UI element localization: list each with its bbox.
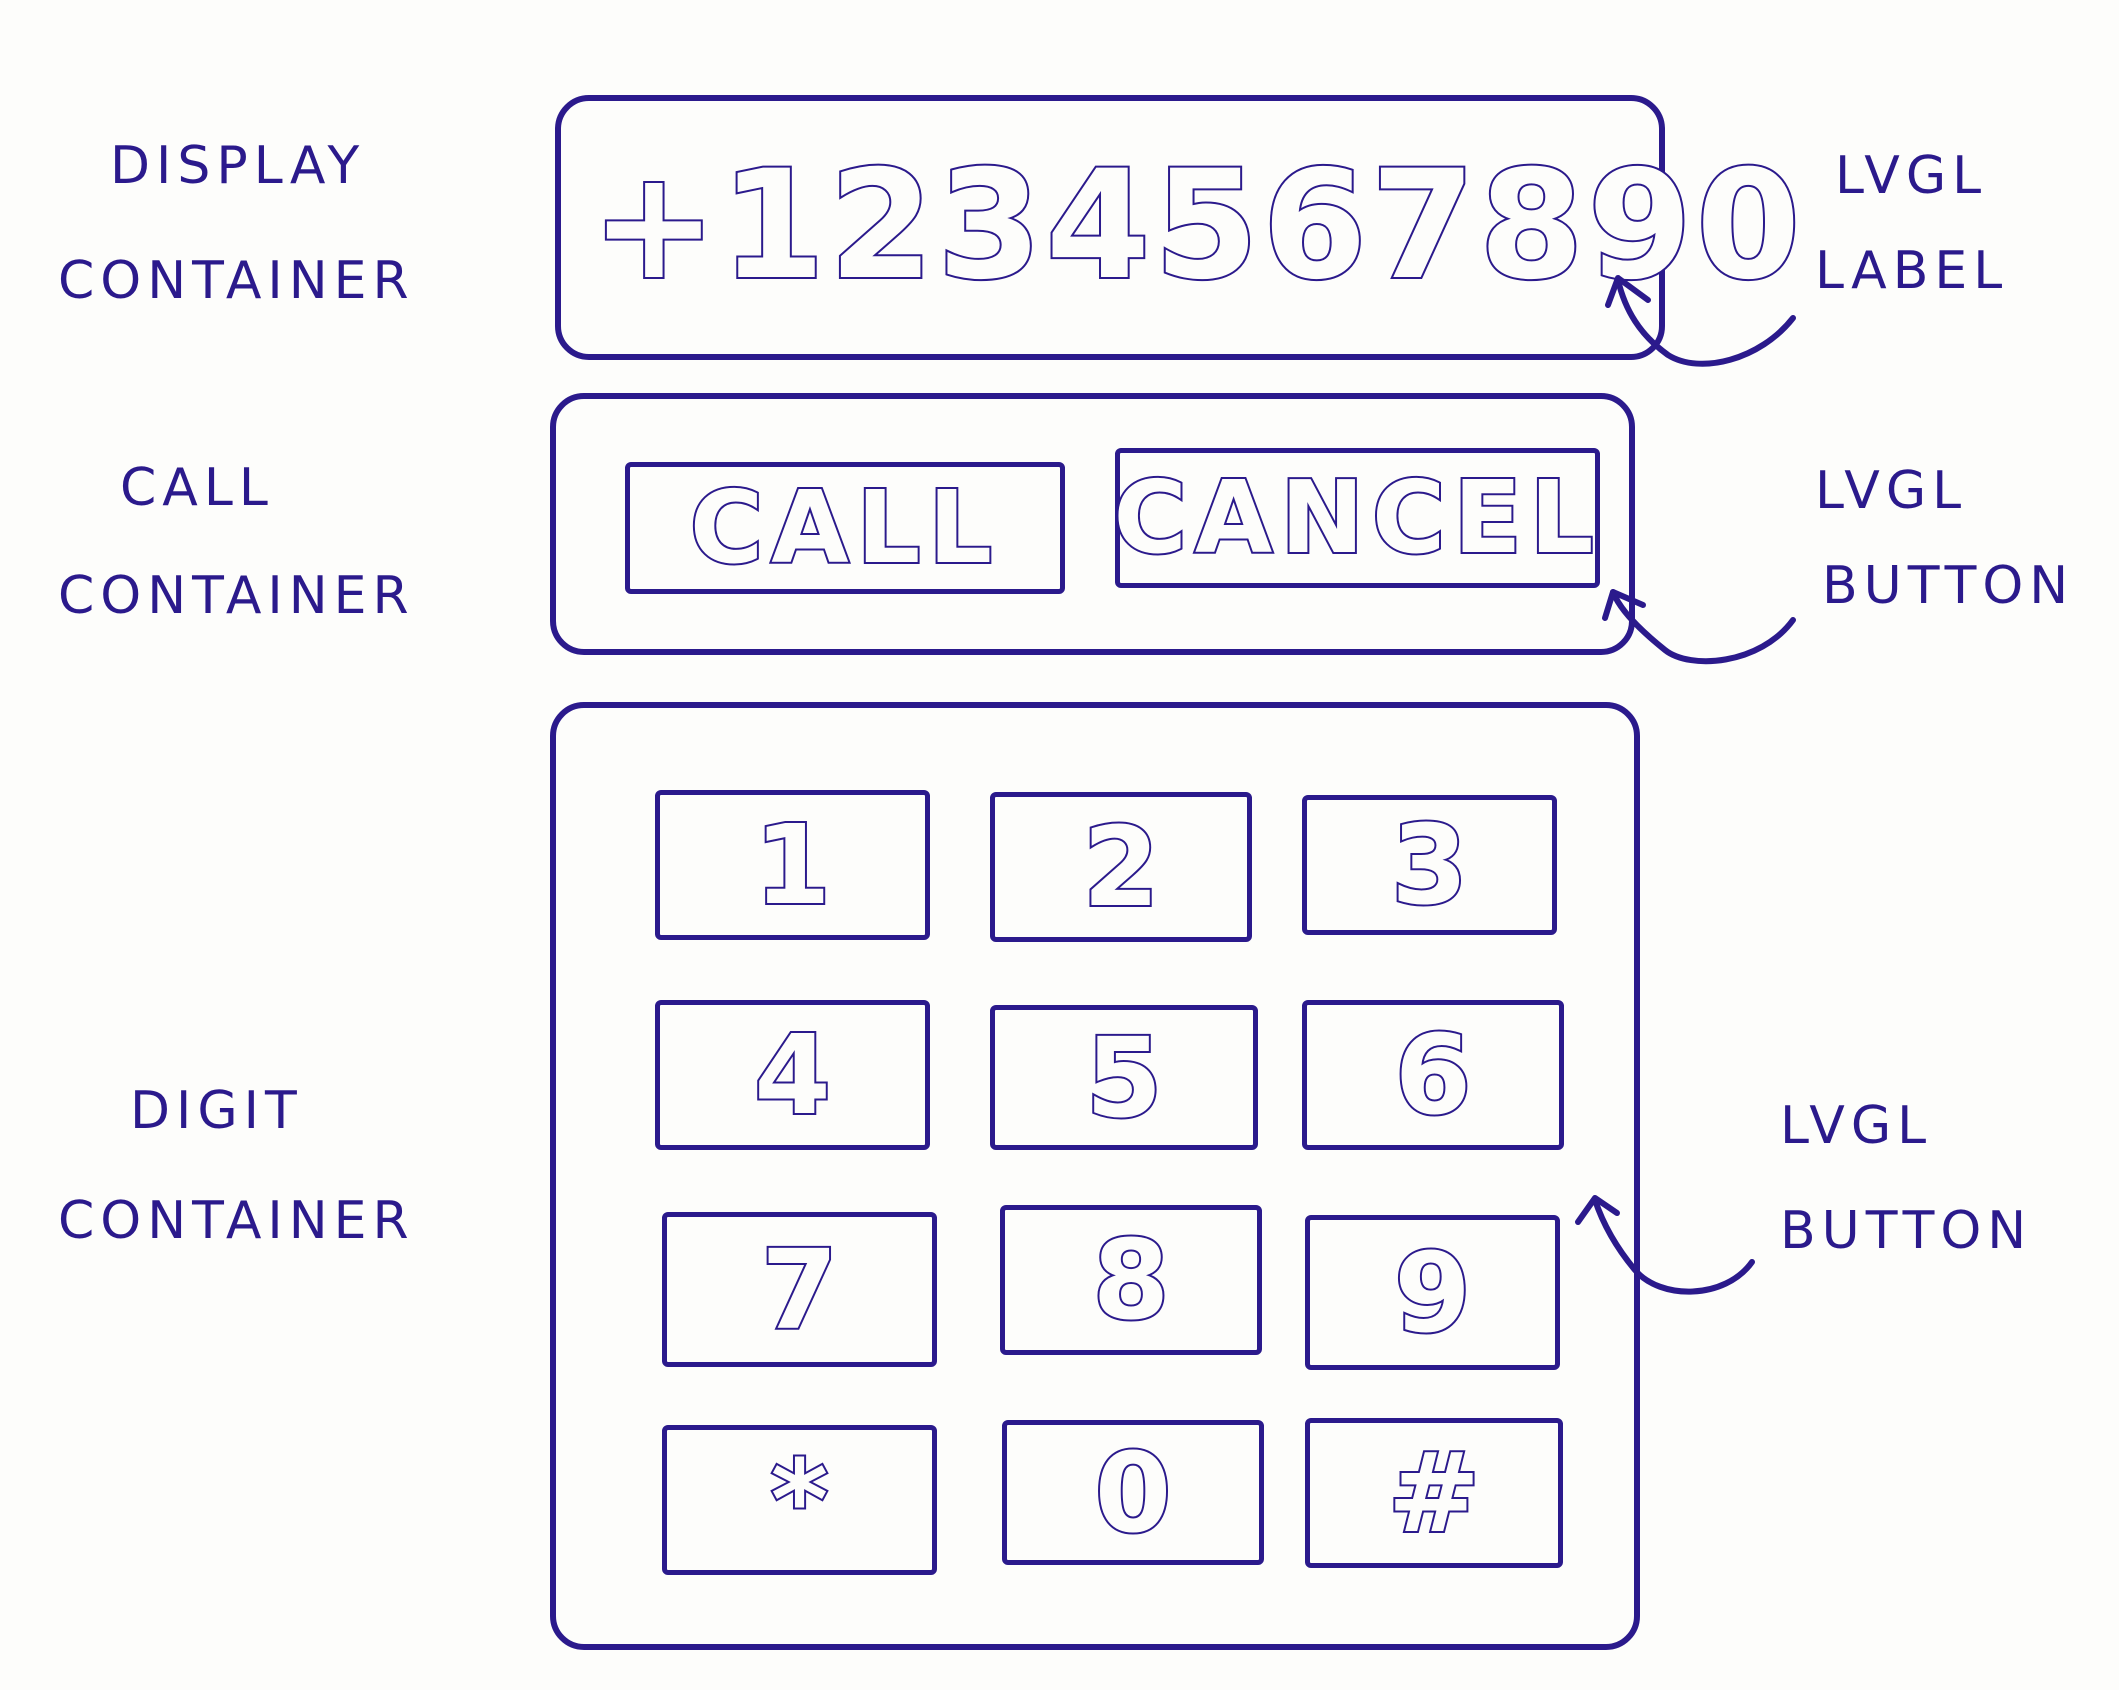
digit-label: 6 [1393,1011,1474,1139]
digit-label: 0 [1093,1428,1174,1557]
digit-label: 3 [1389,801,1470,929]
cancel-button[interactable]: CANCEL [1112,448,1602,588]
digit-button-9[interactable]: 9 [1305,1215,1560,1370]
annotation-text: Call [120,458,274,518]
digit-button-6[interactable]: 6 [1302,1000,1564,1150]
digit-label: 1 [752,801,833,929]
annotation-text: Digit [130,1081,303,1141]
digit-label: * [769,1436,830,1564]
digit-button-star[interactable]: * [662,1425,937,1575]
digit-button-7[interactable]: 7 [662,1212,937,1367]
digit-button-2[interactable]: 2 [990,792,1252,942]
digit-button-1[interactable]: 1 [655,790,930,940]
digit-button-8[interactable]: 8 [1000,1205,1262,1355]
digit-button-5[interactable]: 5 [990,1005,1258,1150]
display-container: +1234567890 [555,95,1802,360]
digit-label: 4 [752,1011,833,1139]
digit-button-hash[interactable]: # [1305,1418,1563,1568]
digit-label: # [1386,1429,1482,1557]
digit-button-0[interactable]: 0 [1002,1420,1264,1565]
digit-button-4[interactable]: 4 [655,1000,930,1150]
digit-label: 5 [1084,1013,1165,1142]
call-button[interactable]: CALL [625,462,1065,594]
annotation-text: LVGL [1780,1096,1933,1156]
annotation-text: Button [1822,556,2075,616]
annotation-text: LVGL [1815,461,1968,521]
annotation-text: Container [58,251,415,311]
cancel-button-label: CANCEL [1112,459,1602,576]
digit-label: 9 [1392,1228,1473,1357]
digit-label: 8 [1091,1216,1172,1344]
annotation-text: Button [1780,1201,2033,1261]
annotation-text: LVGL [1835,146,1988,206]
digit-label: 2 [1081,803,1162,931]
digit-button-3[interactable]: 3 [1302,795,1557,935]
call-button-label: CALL [688,469,1001,586]
display-label: +1234567890 [589,149,1802,303]
digit-label: 7 [759,1225,840,1354]
annotation-text: Label [1815,241,2009,301]
annotation-text: Container [58,566,415,626]
annotation-text: Container [58,1191,415,1251]
annotation-text: Display [110,136,366,196]
display-number-text: +1234567890 [589,139,1805,313]
